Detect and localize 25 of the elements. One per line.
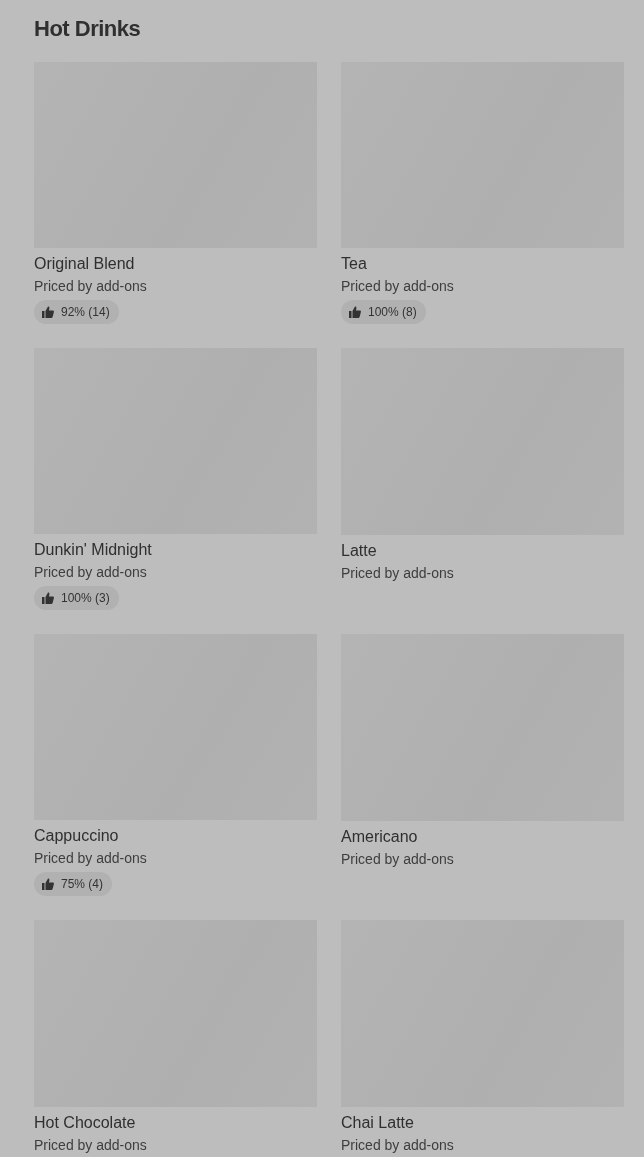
item-price: Priced by add-ons	[341, 850, 454, 869]
item-name: Americano	[341, 827, 418, 847]
item-price: Priced by add-ons	[34, 849, 147, 868]
thumbs-up-icon	[349, 306, 361, 318]
item-name: Dunkin' Midnight	[34, 540, 152, 560]
item-name: Chai Latte	[341, 1113, 414, 1133]
thumbs-up-icon	[42, 878, 54, 890]
item-name: Original Blend	[34, 254, 135, 274]
rating-badge: 100% (8)	[341, 300, 426, 324]
item-price: Priced by add-ons	[341, 1136, 454, 1155]
thumbs-up-icon	[42, 592, 54, 604]
thumbs-up-icon	[42, 306, 54, 318]
section-title: Hot Drinks	[34, 15, 142, 43]
item-price: Priced by add-ons	[34, 277, 147, 296]
item-name: Tea	[341, 254, 367, 274]
item-name: Latte	[341, 541, 377, 561]
item-price: Priced by add-ons	[341, 277, 454, 296]
rating-badge: 100% (3)	[34, 586, 119, 610]
item-price: Priced by add-ons	[34, 563, 147, 582]
rating-badge: 92% (14)	[34, 300, 119, 324]
item-price: Priced by add-ons	[34, 1136, 147, 1155]
item-name: Cappuccino	[34, 826, 119, 846]
item-price: Priced by add-ons	[341, 564, 454, 583]
item-name: Hot Chocolate	[34, 1113, 136, 1133]
rating-badge: 75% (4)	[34, 872, 113, 896]
